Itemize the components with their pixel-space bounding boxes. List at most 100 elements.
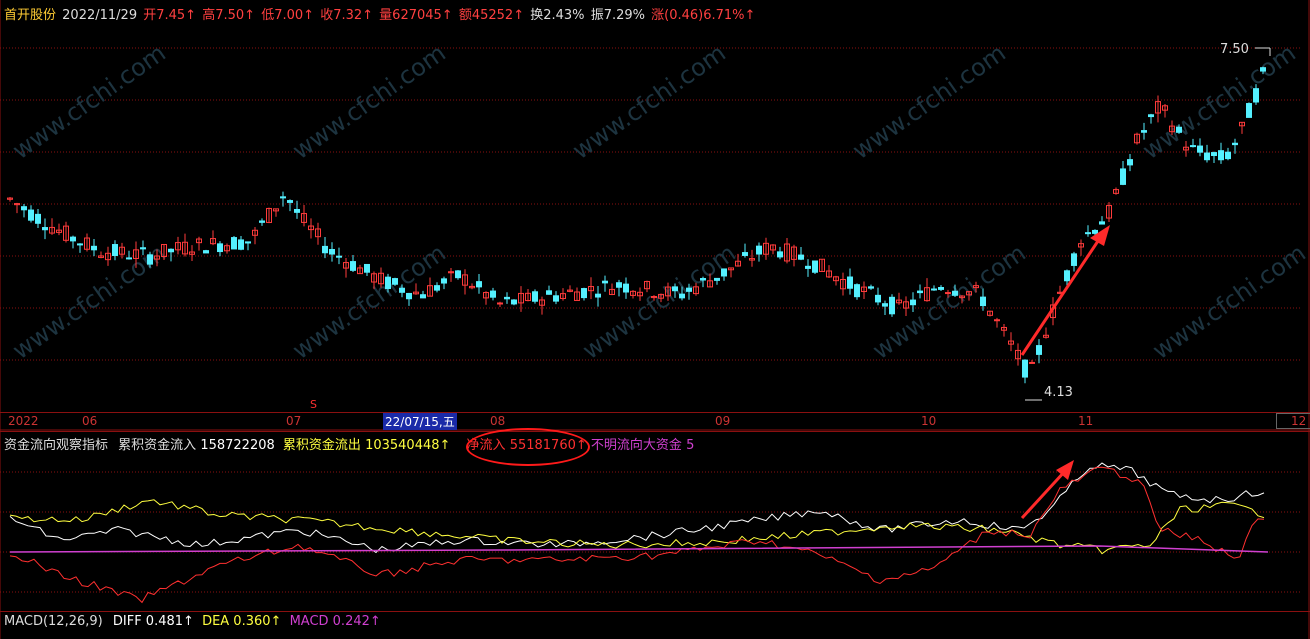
candle [210, 230, 216, 246]
macd-name[interactable]: MACD(12,26,9) [4, 614, 103, 629]
candle-body [1127, 159, 1133, 166]
candle-body [1260, 67, 1266, 72]
candle-body [287, 200, 293, 203]
candle [546, 285, 552, 295]
candle [1127, 154, 1133, 172]
candle [1190, 138, 1196, 148]
candle [175, 236, 181, 255]
low-price-label: 4.13 [1044, 385, 1073, 400]
candle [406, 292, 412, 306]
candle-body [994, 319, 1000, 322]
candle-body [511, 299, 517, 305]
candle [847, 268, 853, 295]
candle-body [1071, 253, 1077, 266]
inflow-value: 158722208 [200, 438, 275, 453]
candle [441, 276, 447, 290]
candle-body [490, 290, 496, 298]
candle-body [42, 227, 48, 231]
candle-body [238, 239, 244, 250]
candle [819, 258, 825, 272]
candle-body [497, 302, 503, 305]
candle [539, 296, 545, 315]
candle-body [1022, 359, 1028, 378]
candle-body [882, 303, 888, 307]
candle [329, 242, 335, 262]
candle [714, 277, 720, 285]
candle-body [1204, 152, 1210, 161]
candle [1029, 359, 1035, 364]
unknown-value: 5 [686, 438, 695, 453]
candle [1204, 144, 1210, 163]
candle [280, 191, 286, 207]
candle [476, 273, 482, 294]
watermark-text: www.cfchi.com [847, 39, 1010, 165]
chart-canvas[interactable]: www.cfchi.com www.cfchi.com www.cfchi.com w… [0, 0, 1310, 639]
candle [63, 221, 69, 243]
candle [511, 299, 517, 306]
watermark-text: www.cfchi.com [7, 39, 170, 165]
candle [602, 275, 608, 292]
candle [1001, 324, 1007, 337]
candle [224, 243, 230, 254]
indicator-name[interactable]: 资金流向观察指标 [4, 438, 108, 453]
candle [98, 251, 104, 259]
candle-body [1029, 361, 1035, 364]
candle-body [1036, 345, 1042, 355]
candle-body [952, 290, 958, 296]
candle-body [798, 254, 804, 260]
candle [469, 283, 475, 290]
candle [630, 290, 636, 299]
candle [14, 202, 20, 214]
candle [889, 294, 895, 317]
candle-body [1141, 130, 1147, 133]
candle-body [889, 296, 895, 315]
candle [1071, 251, 1077, 272]
candle [490, 287, 496, 301]
candle [1155, 95, 1161, 123]
candle-body [1085, 232, 1091, 235]
candle [448, 268, 454, 282]
candle-body [1064, 270, 1070, 282]
watermarks: www.cfchi.com www.cfchi.com www.cfchi.com w… [7, 39, 1310, 365]
net-inflow-highlight-circle [466, 428, 590, 466]
candle [616, 279, 622, 297]
candle [21, 203, 27, 218]
x-label-12[interactable]: 12 [1276, 413, 1310, 429]
candle [854, 283, 860, 300]
candle [315, 222, 321, 245]
watermark-text: www.cfchi.com [1137, 39, 1300, 165]
high-price-label: 7.50 [1220, 42, 1249, 57]
candle [91, 238, 97, 257]
candle [1015, 343, 1021, 366]
candle-body [917, 290, 923, 294]
candle [203, 249, 209, 254]
candle-body [217, 243, 223, 253]
x-label-2022: 2022 [8, 414, 39, 428]
candle-body [1120, 168, 1126, 185]
candle [931, 285, 937, 291]
candle [756, 242, 762, 262]
candle-body [441, 278, 447, 284]
candle-body [679, 293, 685, 299]
candle-body [854, 284, 860, 298]
candle-body [1246, 103, 1252, 118]
candle [112, 240, 118, 261]
candle-body [1232, 142, 1238, 146]
candle [798, 246, 804, 261]
candle-body [938, 287, 944, 290]
candle [301, 204, 307, 227]
x-label-08: 08 [490, 414, 506, 428]
candle [343, 258, 349, 278]
candle-body [245, 241, 251, 244]
candle-body [595, 293, 601, 298]
candle [567, 285, 573, 293]
candle [357, 264, 363, 275]
candle-body [672, 286, 678, 292]
candle-body [777, 251, 783, 258]
candle [588, 277, 594, 300]
candle [532, 289, 538, 304]
candle [623, 277, 629, 299]
candle [1008, 332, 1014, 352]
candle [28, 205, 34, 223]
candle-body [1197, 145, 1203, 153]
